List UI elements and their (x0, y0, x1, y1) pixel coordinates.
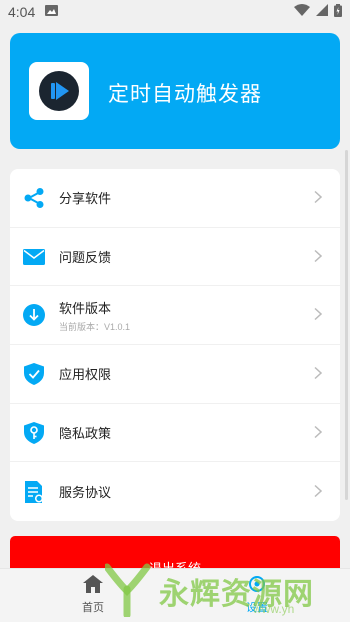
menu-item-terms[interactable]: 服务协议 (10, 462, 340, 521)
shield-check-icon (23, 362, 45, 385)
menu-item-label: 软件版本 (59, 301, 112, 317)
menu-item-label: 隐私政策 (59, 427, 112, 443)
chevron-right-icon (314, 247, 323, 266)
menu-item-privacy[interactable]: 隐私政策 (10, 404, 340, 463)
version-subtitle: 当前版本：V1.0.1 (59, 321, 131, 332)
menu-item-label: 分享软件 (59, 192, 112, 208)
mail-icon (23, 246, 45, 268)
download-icon (23, 304, 45, 327)
chevron-right-icon (314, 423, 323, 442)
share-icon (23, 187, 45, 209)
menu-item-label: 服务协议 (59, 486, 112, 502)
menu-item-share[interactable]: 分享软件 (10, 169, 340, 228)
settings-icon (247, 575, 267, 597)
status-bar: 4:04 (0, 0, 350, 24)
app-title: 定时自动触发器 (108, 82, 262, 106)
nav-tab-home-label: 首页 (82, 601, 104, 614)
menu-item-permissions[interactable]: 应用权限 (10, 345, 340, 404)
nav-tab-settings[interactable]: 设置 (227, 575, 287, 615)
document-icon (23, 480, 45, 503)
chevron-right-icon (314, 306, 323, 325)
signal-icon (316, 4, 328, 20)
home-icon (83, 575, 103, 597)
nav-tab-settings-label: 设置 (246, 601, 268, 614)
chevron-right-icon (314, 188, 323, 207)
bottom-navigation: 首页 设置 (0, 568, 350, 622)
battery-icon (334, 3, 342, 21)
app-header-card: 定时自动触发器 (10, 33, 340, 149)
menu-item-version[interactable]: 软件版本 当前版本：V1.0.1 (10, 286, 340, 346)
status-time: 4:04 (8, 4, 36, 20)
wifi-icon (294, 4, 310, 20)
menu-item-label: 应用权限 (59, 368, 112, 384)
gallery-notification-icon (45, 4, 59, 20)
scrollbar[interactable] (345, 150, 348, 500)
chevron-right-icon (314, 482, 323, 501)
play-logo-icon (39, 71, 79, 111)
menu-item-feedback[interactable]: 问题反馈 (10, 228, 340, 287)
shield-key-icon (23, 421, 45, 444)
nav-tab-home[interactable]: 首页 (63, 575, 123, 615)
app-logo (29, 62, 89, 120)
settings-menu: 分享软件 问题反馈 软件版本 当前版本：V1.0.1 应用权限 隐私政策 服务协… (10, 169, 340, 521)
menu-item-label: 问题反馈 (59, 251, 112, 267)
chevron-right-icon (314, 364, 323, 383)
